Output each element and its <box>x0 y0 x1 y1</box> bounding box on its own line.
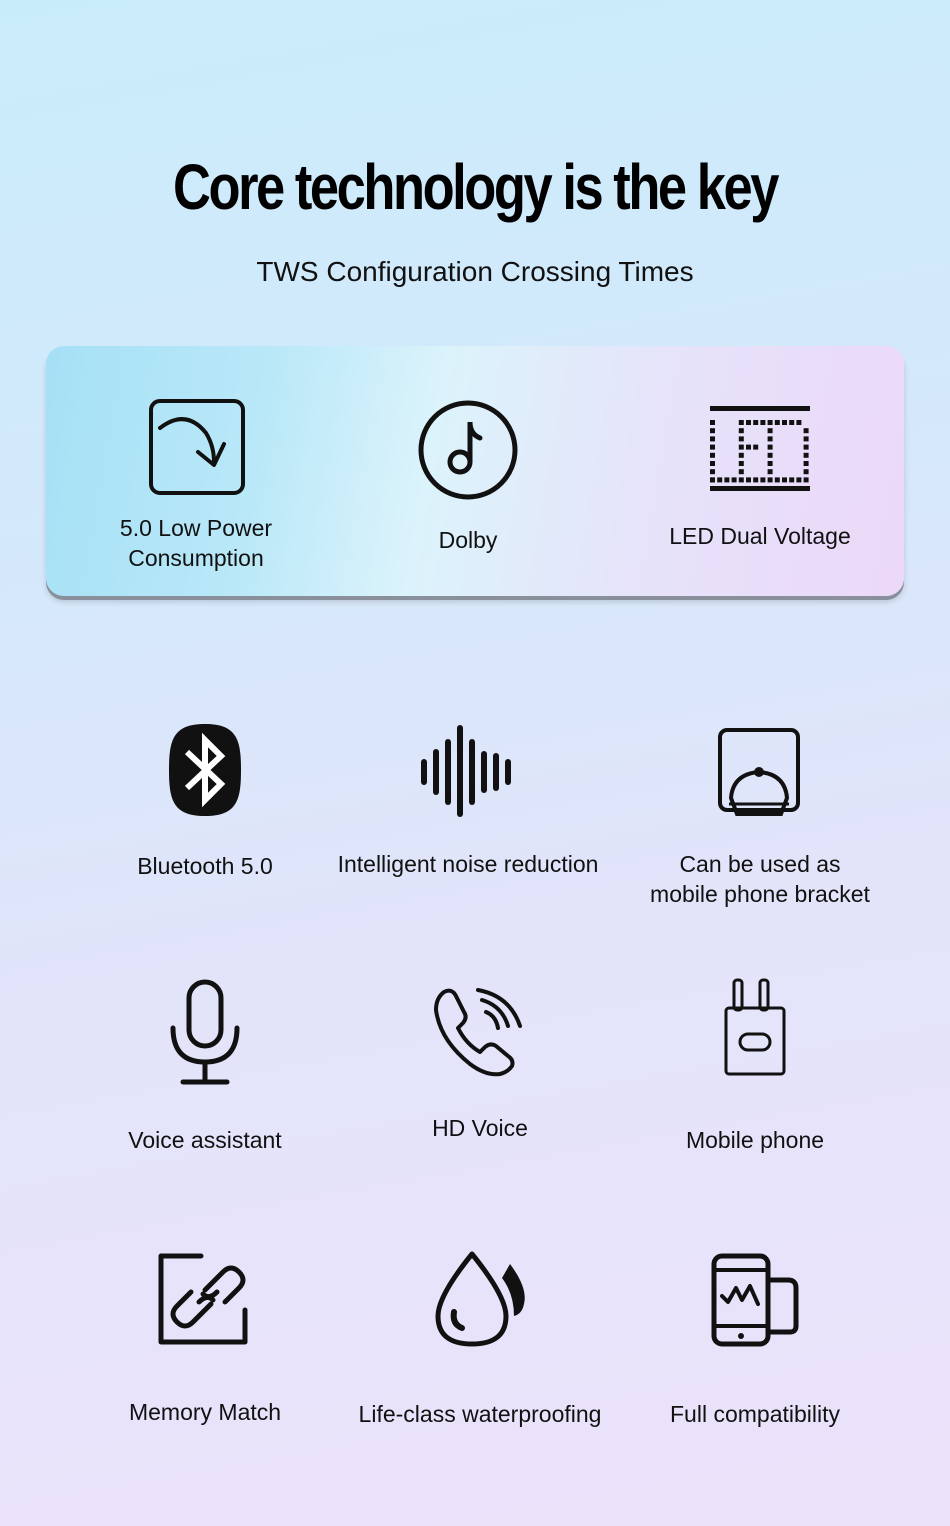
microphone-icon <box>170 979 240 1085</box>
sound-wave-icon <box>421 725 511 817</box>
music-note-circle-icon <box>418 400 518 500</box>
feature-label: Memory Match <box>128 1399 282 1425</box>
power-curve-arrow-icon <box>149 399 245 495</box>
feature-label: Life-class waterproofing <box>358 1401 602 1427</box>
feature-label: Full compatibility <box>670 1401 840 1427</box>
feature-label: Consumption <box>128 544 264 571</box>
link-icon <box>158 1253 248 1345</box>
feature-led: LED Dual Voltage <box>610 402 910 552</box>
feature-label: Intelligent noise reduction <box>337 851 599 877</box>
feature-bluetooth: Bluetooth 5.0 <box>55 720 355 882</box>
feature-label: mobile phone bracket <box>650 880 870 907</box>
feature-low-power: 5.0 Low Power Consumption <box>46 398 346 574</box>
feature-phone-bracket: Can be used as mobile phone bracket <box>610 726 910 910</box>
feature-mobile-phone: Mobile phone <box>605 976 905 1156</box>
feature-label: HD Voice <box>432 1115 528 1141</box>
feature-label: Bluetooth 5.0 <box>137 853 273 879</box>
led-display-icon <box>710 406 810 491</box>
feature-waterproofing: Life-class waterproofing <box>330 1250 630 1430</box>
charger-plug-icon <box>724 978 786 1076</box>
feature-hd-voice: HD Voice <box>330 980 630 1144</box>
water-drop-icon <box>435 1251 525 1347</box>
bluetooth-icon <box>169 724 241 816</box>
feature-label: LED Dual Voltage <box>669 523 851 549</box>
feature-label: Voice assistant <box>128 1127 282 1153</box>
page-title: Core technology is the key <box>173 151 779 223</box>
feature-label: Dolby <box>438 527 498 553</box>
feature-label: Mobile phone <box>685 1127 825 1153</box>
phone-compatibility-icon <box>711 1253 799 1347</box>
feature-voice-assistant: Voice assistant <box>55 978 355 1156</box>
feature-label: Can be used as <box>679 851 841 877</box>
feature-memory-match: Memory Match <box>55 1250 355 1428</box>
phone-call-icon <box>434 988 522 1077</box>
feature-dolby: Dolby <box>318 398 618 556</box>
page-subtitle: TWS Configuration Crossing Times <box>256 256 694 287</box>
feature-full-compatibility: Full compatibility <box>605 1252 905 1430</box>
feature-label: 5.0 Low Power <box>119 515 273 541</box>
ring-holder-icon <box>718 728 800 816</box>
feature-noise-reduction: Intelligent noise reduction <box>318 722 618 880</box>
